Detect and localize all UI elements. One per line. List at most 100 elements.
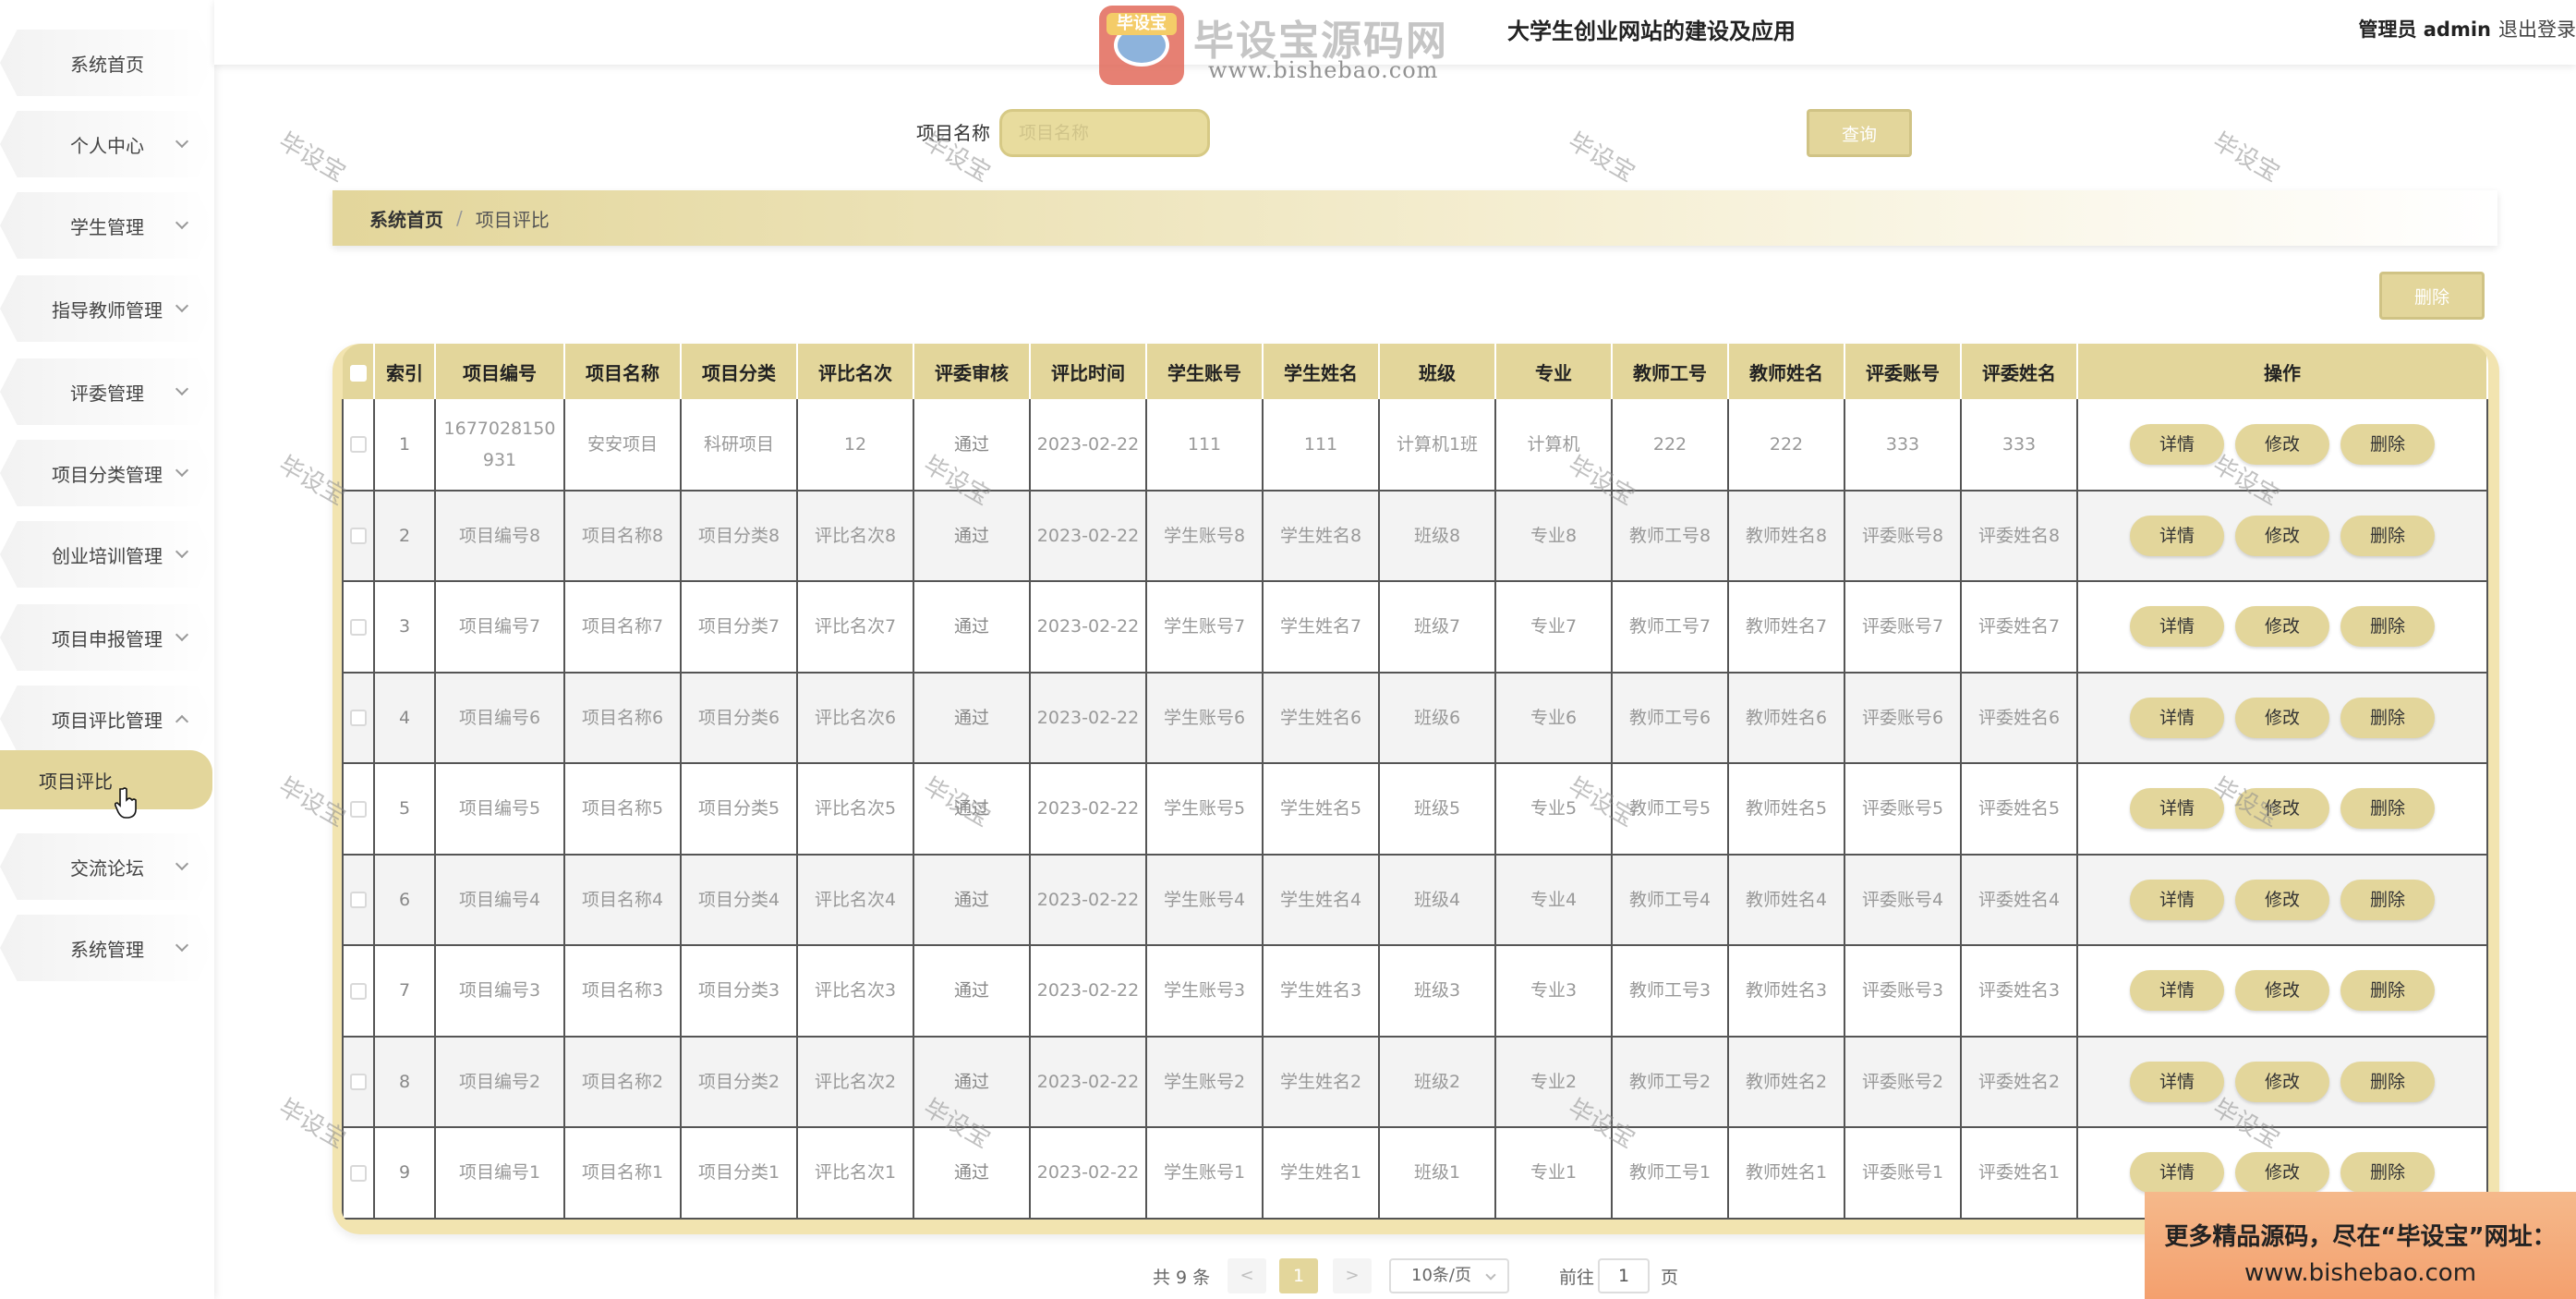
row-checkbox[interactable] [342, 945, 375, 1038]
row-actions: 详情 修改 删除 [2076, 672, 2488, 764]
checkbox-box-icon[interactable] [350, 528, 367, 545]
table-cell: 通过 [913, 490, 1031, 582]
breadcrumb: 系统首页 / 项目评比 [333, 190, 2497, 246]
sidebar-item-0[interactable]: 系统首页 [0, 30, 214, 96]
pagination-next-button[interactable]: > [1333, 1258, 1372, 1293]
edit-button[interactable]: 修改 [2235, 697, 2329, 738]
table-cell: 学生账号5 [1145, 763, 1264, 856]
sidebar-item-6[interactable]: 创业培训管理 [0, 521, 214, 588]
promo-line-1: 更多精品源码，尽在“毕设宝”网址： [2164, 1223, 2557, 1251]
row-checkbox[interactable] [342, 490, 375, 582]
row-checkbox[interactable] [342, 672, 375, 764]
sidebar-item-11[interactable]: 系统管理 [0, 915, 214, 981]
detail-button[interactable]: 详情 [2130, 423, 2224, 465]
search-input[interactable] [999, 109, 1210, 157]
detail-button[interactable]: 详情 [2130, 606, 2224, 648]
table-cell: 项目分类4 [680, 854, 798, 946]
column-header: 班级 [1379, 344, 1496, 399]
batch-delete-button[interactable]: 删除 [2379, 272, 2485, 320]
sidebar-item-label: 学生管理 [70, 215, 144, 238]
row-checkbox[interactable] [342, 1127, 375, 1220]
edit-button[interactable]: 修改 [2235, 788, 2329, 830]
chevron-down-icon [175, 627, 189, 642]
row-checkbox[interactable] [342, 854, 375, 946]
table-cell: 项目分类2 [680, 1036, 798, 1128]
table-cell: 评委账号8 [1844, 490, 1962, 582]
table-cell: 通过 [913, 1127, 1031, 1220]
goto-page-input[interactable] [1598, 1258, 1650, 1293]
breadcrumb-home[interactable]: 系统首页 [369, 205, 443, 232]
checkbox-box-icon[interactable] [349, 364, 367, 382]
checkbox-box-icon[interactable] [350, 1164, 367, 1182]
sidebar-item-5[interactable]: 项目分类管理 [0, 440, 214, 506]
sidebar-item-4[interactable]: 评委管理 [0, 358, 214, 425]
delete-button[interactable]: 删除 [2340, 788, 2435, 830]
edit-button[interactable]: 修改 [2235, 1061, 2329, 1102]
detail-button[interactable]: 详情 [2130, 970, 2224, 1012]
select-all-checkbox[interactable] [343, 344, 375, 399]
checkbox-box-icon[interactable] [350, 800, 367, 818]
column-header: 项目名称 [564, 344, 682, 399]
delete-button[interactable]: 删除 [2340, 697, 2435, 738]
table-cell: 评比名次2 [796, 1036, 914, 1128]
edit-button[interactable]: 修改 [2235, 423, 2329, 465]
sidebar-item-1[interactable]: 个人中心 [0, 111, 214, 177]
delete-button[interactable]: 删除 [2340, 515, 2435, 556]
delete-button[interactable]: 删除 [2340, 606, 2435, 648]
table-cell: 项目编号1 [434, 1127, 565, 1220]
edit-button[interactable]: 修改 [2235, 606, 2329, 648]
sidebar-item-9[interactable]: 项目评比 [0, 750, 212, 809]
table-cell: 项目名称8 [563, 490, 682, 582]
sidebar-item-7[interactable]: 项目申报管理 [0, 604, 214, 671]
checkbox-box-icon[interactable] [350, 710, 367, 727]
checkbox-box-icon[interactable] [350, 982, 367, 1000]
search-button[interactable]: 查询 [1807, 109, 1912, 157]
table-cell: 项目分类3 [680, 945, 798, 1038]
table-cell: 专业8 [1494, 490, 1613, 582]
logout-link[interactable]: 退出登录 [2498, 15, 2576, 42]
delete-button[interactable]: 删除 [2340, 1152, 2435, 1194]
delete-button[interactable]: 删除 [2340, 1061, 2435, 1102]
table-cell: 222 [1611, 399, 1729, 492]
edit-button[interactable]: 修改 [2235, 970, 2329, 1012]
table-cell: 2023-02-22 [1029, 490, 1147, 582]
row-checkbox[interactable] [342, 581, 375, 674]
edit-button[interactable]: 修改 [2235, 879, 2329, 920]
page-size-select[interactable]: 10条/页 [1389, 1258, 1509, 1293]
checkbox-box-icon[interactable] [350, 618, 367, 636]
table-cell: 学生姓名6 [1262, 672, 1380, 764]
edit-button[interactable]: 修改 [2235, 1152, 2329, 1194]
delete-button[interactable]: 删除 [2340, 879, 2435, 920]
table-cell: 项目名称4 [563, 854, 682, 946]
table-cell: 专业1 [1494, 1127, 1613, 1220]
delete-button[interactable]: 删除 [2340, 423, 2435, 465]
row-checkbox[interactable] [342, 763, 375, 856]
detail-button[interactable]: 详情 [2130, 697, 2224, 738]
table-cell: 教师姓名8 [1727, 490, 1845, 582]
detail-button[interactable]: 详情 [2130, 1061, 2224, 1102]
delete-button[interactable]: 删除 [2340, 970, 2435, 1012]
table-frame: 索引 项目编号 项目名称 项目分类 评比名次 评委审核 评比时间 学生账号 学生姓名 班级 专业 教师… [333, 344, 2499, 1234]
pagination-prev-button[interactable]: < [1228, 1258, 1266, 1293]
pagination-page-1[interactable]: 1 [1279, 1258, 1318, 1293]
table-cell: 教师姓名2 [1727, 1036, 1845, 1128]
sidebar-item-3[interactable]: 指导教师管理 [0, 275, 214, 342]
row-actions: 详情 修改 删除 [2076, 581, 2488, 674]
row-checkbox[interactable] [342, 1036, 375, 1128]
table-cell: 学生姓名2 [1262, 1036, 1380, 1128]
edit-button[interactable]: 修改 [2235, 515, 2329, 556]
detail-button[interactable]: 详情 [2130, 515, 2224, 556]
detail-button[interactable]: 详情 [2130, 879, 2224, 920]
detail-button[interactable]: 详情 [2130, 1152, 2224, 1194]
detail-button[interactable]: 详情 [2130, 788, 2224, 830]
sidebar-item-2[interactable]: 学生管理 [0, 192, 214, 259]
sidebar-item-10[interactable]: 交流论坛 [0, 833, 214, 900]
checkbox-box-icon[interactable] [350, 436, 367, 454]
column-header: 评委姓名 [1961, 344, 2078, 399]
table-cell: 评委姓名2 [1960, 1036, 2078, 1128]
checkbox-box-icon[interactable] [350, 892, 367, 909]
checkbox-box-icon[interactable] [350, 1074, 367, 1091]
row-checkbox[interactable] [342, 399, 375, 492]
sidebar-item-8[interactable]: 项目评比管理 [0, 686, 214, 752]
table-cell: 项目分类8 [680, 490, 798, 582]
